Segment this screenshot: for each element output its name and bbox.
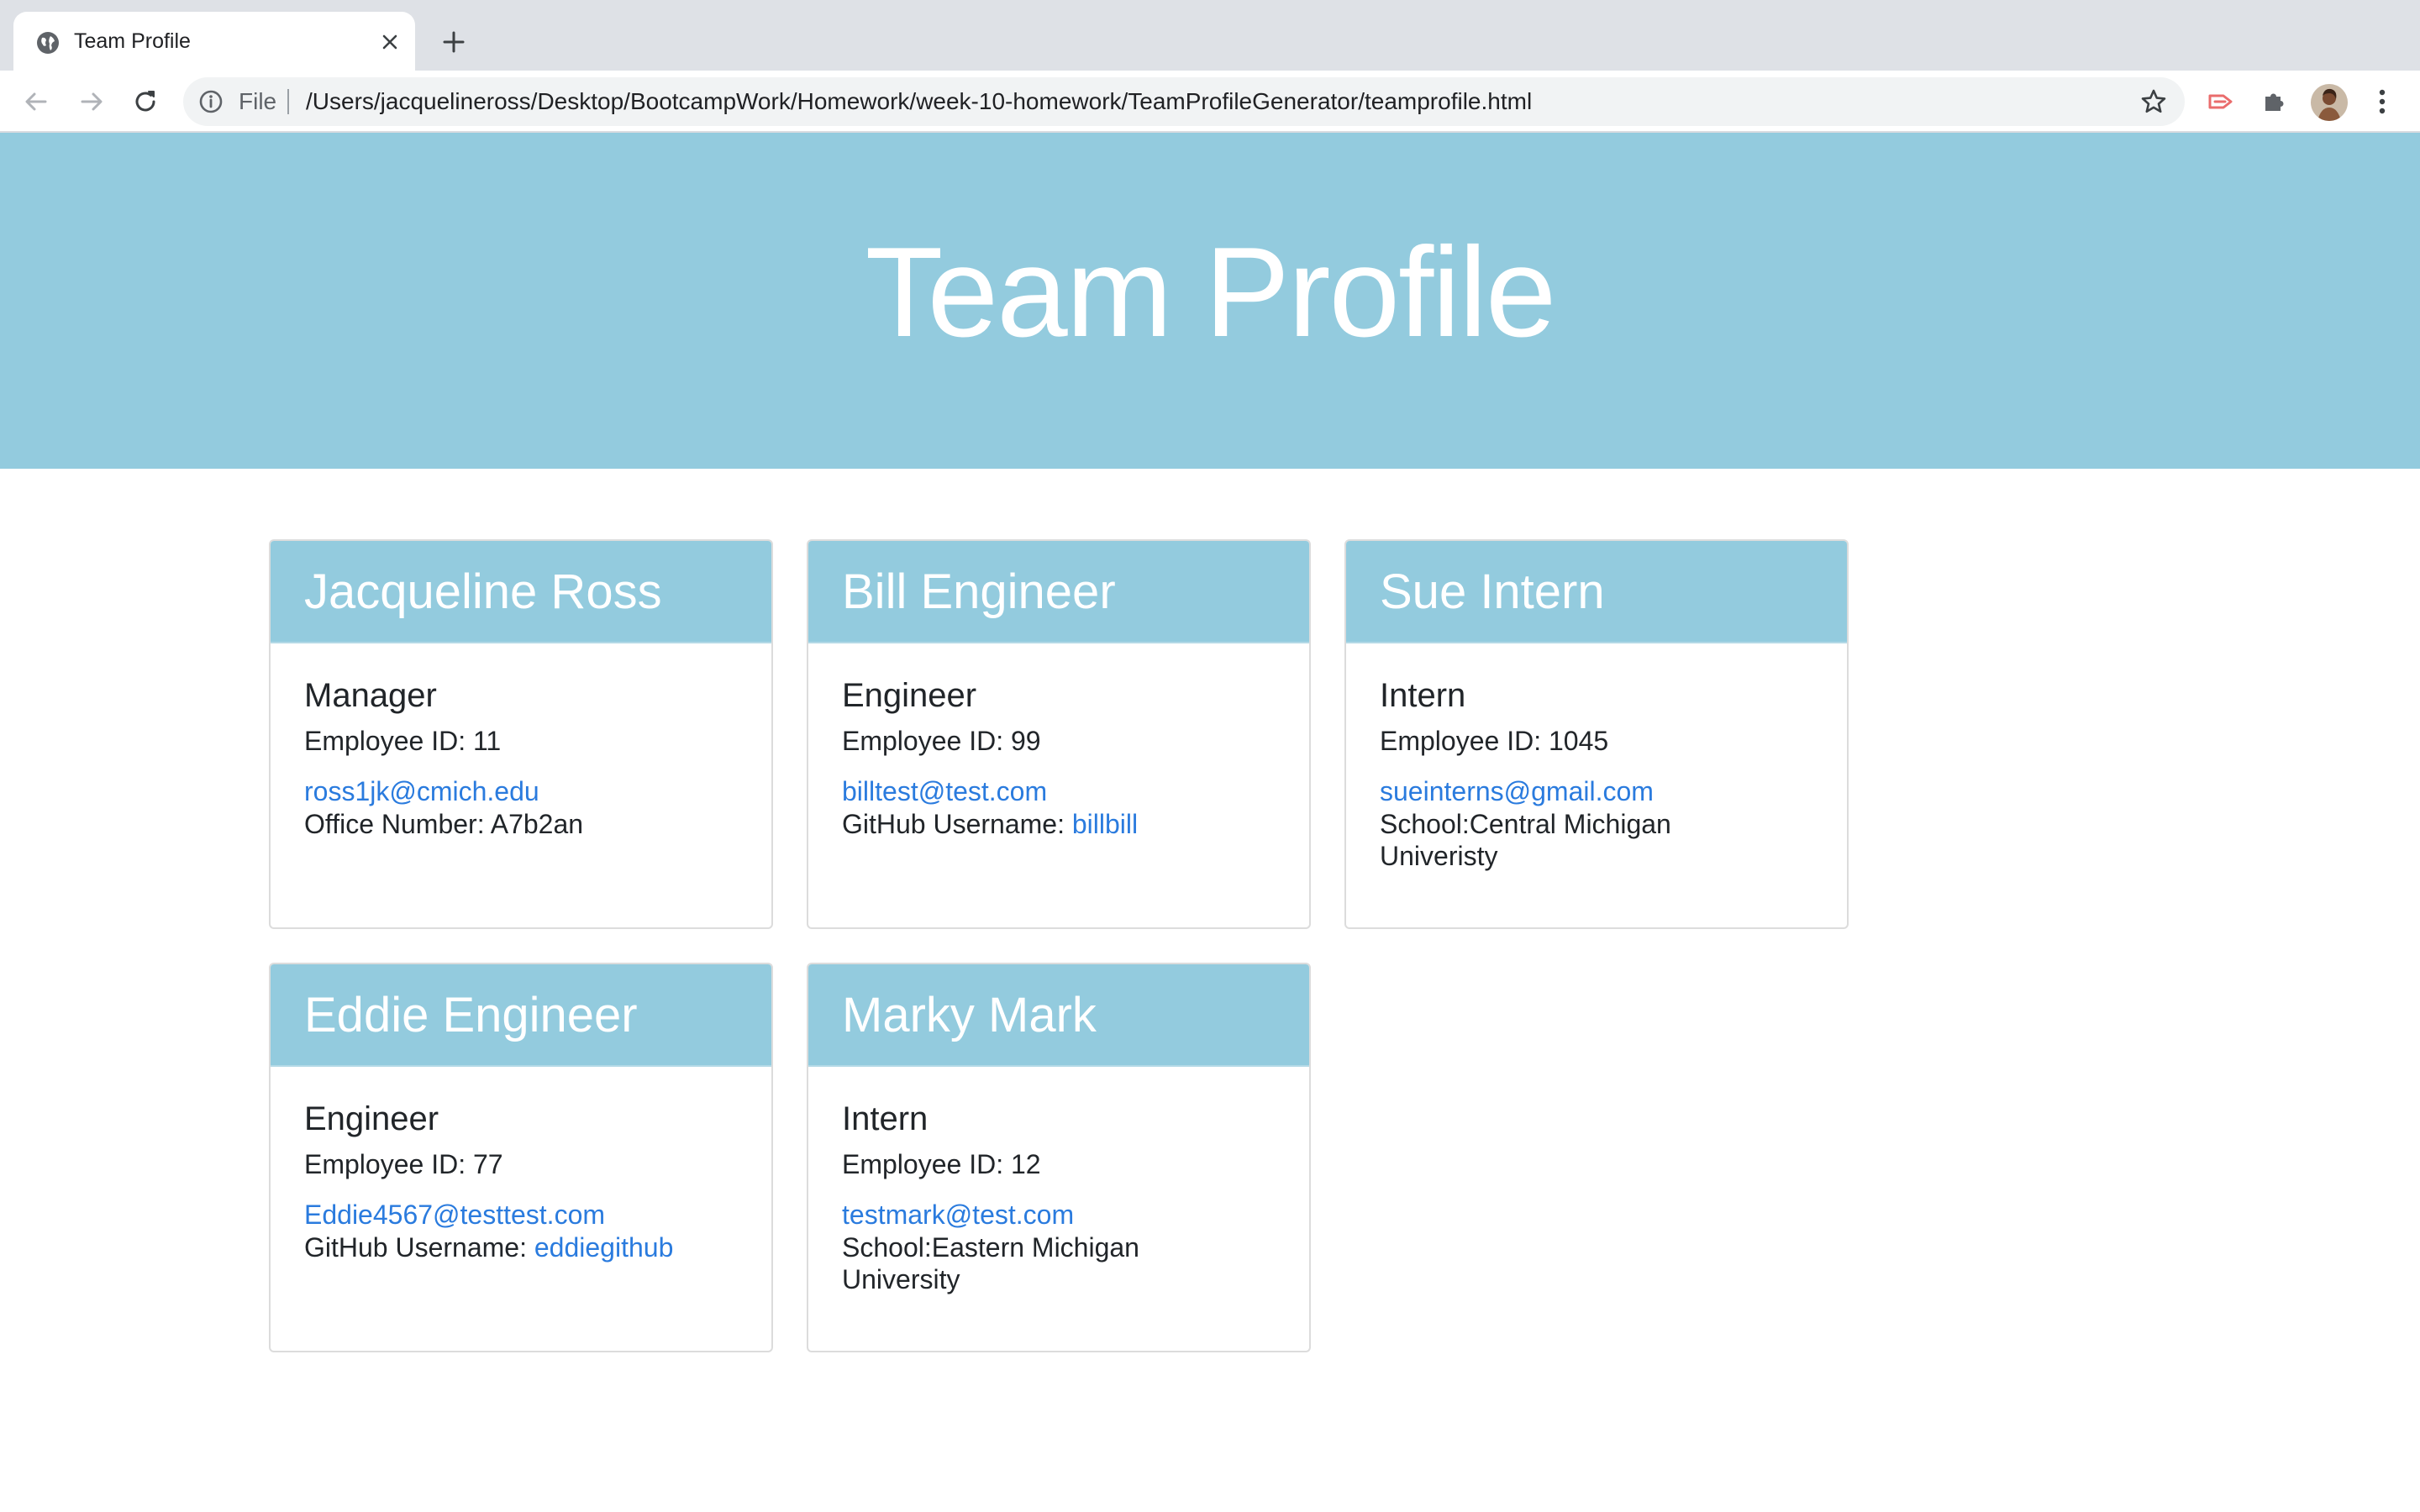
card-body: Intern Employee ID: 12 testmark@test.com… [808, 1067, 1309, 1295]
card-header: Eddie Engineer [271, 964, 771, 1067]
employee-detail: GitHub Username: billbill [842, 808, 1276, 840]
employee-email-link[interactable]: Eddie4567@testtest.com [304, 1198, 738, 1231]
address-separator [287, 89, 289, 114]
employee-name: Marky Mark [842, 987, 1097, 1042]
employee-role: Intern [1380, 677, 1466, 714]
employee-name: Sue Intern [1380, 564, 1605, 619]
github-label: GitHub Username: [842, 809, 1072, 839]
employee-detail: School:Eastern Michigan University [842, 1231, 1178, 1295]
employee-email-link[interactable]: sueinterns@gmail.com [1380, 774, 1813, 808]
employee-card: Marky Mark Intern Employee ID: 12 testma… [807, 963, 1311, 1352]
plus-icon[interactable] [437, 25, 471, 59]
employee-detail: Office Number: A7b2an [304, 808, 738, 840]
globe-icon [35, 30, 60, 55]
extension-icon[interactable] [2203, 84, 2238, 119]
page-title: Team Profile [865, 220, 1557, 364]
info-icon[interactable] [198, 89, 224, 114]
employee-role: Manager [304, 677, 437, 714]
employee-id: Employee ID: 99 [842, 726, 1041, 756]
card-body: Engineer Employee ID: 99 billtest@test.c… [808, 643, 1309, 840]
reload-icon[interactable] [128, 84, 163, 119]
card-header: Sue Intern [1346, 541, 1847, 643]
more-vert-icon[interactable] [2365, 84, 2400, 119]
card-body: Engineer Employee ID: 77 Eddie4567@testt… [271, 1067, 771, 1263]
puzzle-icon[interactable] [2257, 84, 2292, 119]
browser-tab[interactable]: Team Profile [13, 12, 415, 71]
employee-name: Eddie Engineer [304, 987, 638, 1042]
employee-id: Employee ID: 77 [304, 1149, 503, 1179]
card-body: Manager Employee ID: 11 ross1jk@cmich.ed… [271, 643, 771, 840]
employee-email-link[interactable]: ross1jk@cmich.edu [304, 774, 738, 808]
employee-role: Engineer [304, 1100, 439, 1137]
employee-email-link[interactable]: testmark@test.com [842, 1198, 1276, 1231]
school-text: School:Central Michigan Univeristy [1380, 809, 1671, 871]
close-icon[interactable] [376, 29, 403, 55]
school-text: School:Eastern Michigan University [842, 1232, 1139, 1294]
employee-role: Engineer [842, 677, 977, 714]
employee-card: Jacqueline Ross Manager Employee ID: 11 … [269, 539, 773, 929]
employee-id: Employee ID: 11 [304, 726, 502, 756]
employee-role: Intern [842, 1100, 929, 1137]
card-header: Jacqueline Ross [271, 541, 771, 643]
address-scheme-label: File [239, 88, 277, 114]
tab-strip: Team Profile [0, 0, 2420, 71]
github-username-link[interactable]: eddiegithub [534, 1232, 673, 1263]
star-icon[interactable] [2139, 87, 2168, 116]
employee-id: Employee ID: 1045 [1380, 726, 1609, 756]
office-number-text: Office Number: A7b2an [304, 809, 584, 839]
employee-id: Employee ID: 12 [842, 1149, 1041, 1179]
employee-card: Sue Intern Intern Employee ID: 1045 suei… [1344, 539, 1849, 929]
forward-arrow-icon[interactable] [74, 84, 109, 119]
address-bar[interactable]: File /Users/jacquelineross/Desktop/Bootc… [183, 77, 2185, 126]
avatar[interactable] [2311, 84, 2348, 121]
employee-card: Eddie Engineer Engineer Employee ID: 77 … [269, 963, 773, 1352]
card-header: Bill Engineer [808, 541, 1309, 643]
employee-name: Jacqueline Ross [304, 564, 662, 619]
github-label: GitHub Username: [304, 1232, 534, 1263]
github-username-link[interactable]: billbill [1072, 809, 1138, 839]
employee-detail: GitHub Username: eddiegithub [304, 1231, 738, 1263]
employee-detail: School:Central Michigan Univeristy [1380, 808, 1716, 872]
employee-email-link[interactable]: billtest@test.com [842, 774, 1276, 808]
url-text[interactable]: /Users/jacquelineross/Desktop/BootcampWo… [306, 77, 1532, 126]
browser-toolbar: File /Users/jacquelineross/Desktop/Bootc… [0, 71, 2420, 133]
employee-card: Bill Engineer Engineer Employee ID: 99 b… [807, 539, 1311, 929]
back-arrow-icon[interactable] [18, 84, 54, 119]
tab-title: Team Profile [74, 29, 191, 53]
page-header: Team Profile [0, 133, 2420, 469]
card-header: Marky Mark [808, 964, 1309, 1067]
card-body: Intern Employee ID: 1045 sueinterns@gmai… [1346, 643, 1847, 872]
employee-name: Bill Engineer [842, 564, 1116, 619]
